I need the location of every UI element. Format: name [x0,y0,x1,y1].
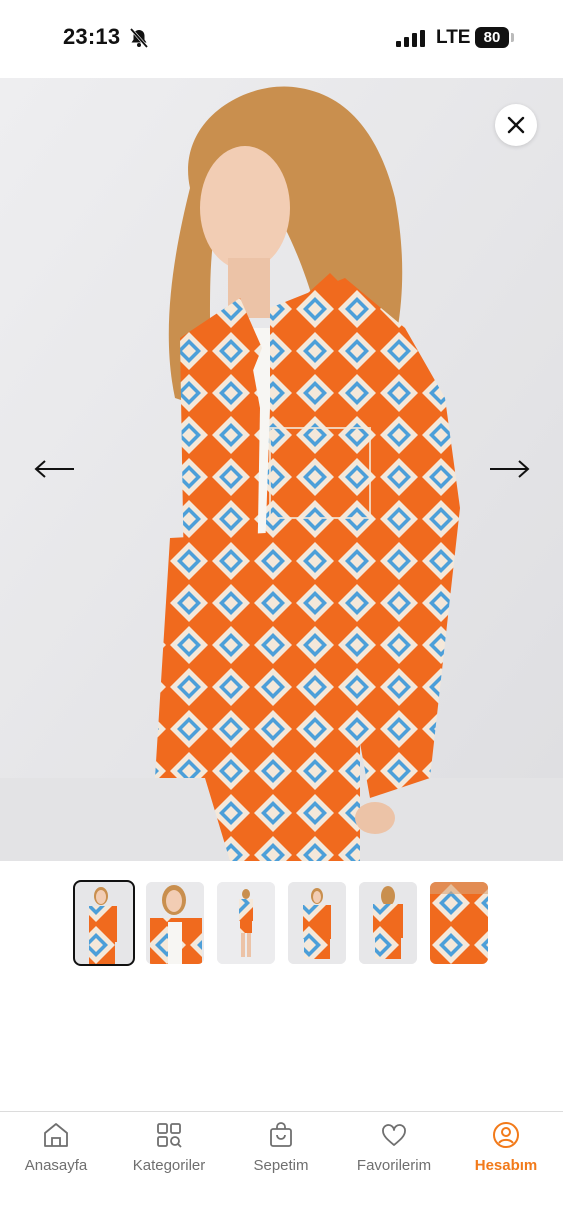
user-icon [493,1122,519,1148]
thumbnail-image [75,882,133,964]
thumbnail-1[interactable] [73,880,135,966]
thumbnail-image [359,882,417,964]
thumbnail-image [217,882,275,964]
thumbnail-3[interactable] [217,882,275,964]
network-type: LTE [436,27,471,48]
status-bar: 23:13 LTE 80 [0,0,563,78]
bottom-nav: Anasayfa Kategoriler Sepetim Favorilerim [0,1111,563,1220]
battery-indicator: 80 [475,27,509,48]
status-time: 23:13 [63,24,121,49]
thumbnail-4[interactable] [288,882,346,964]
categories-icon [157,1123,182,1148]
nav-label: Sepetim [253,1157,309,1174]
nav-item-home[interactable]: Anasayfa [0,1112,112,1220]
product-image[interactable] [0,78,563,861]
thumbnail-6[interactable] [430,882,488,964]
battery-level: 80 [483,29,501,46]
arrow-left-icon[interactable] [32,456,76,482]
bell-muted-icon [129,28,149,48]
nav-label: Kategoriler [132,1157,206,1174]
shopping-bag-icon [270,1122,292,1147]
nav-label: Anasayfa [24,1157,88,1174]
battery-tip [511,33,514,42]
close-icon [507,116,525,134]
nav-item-favorites[interactable]: Favorilerim [338,1112,450,1220]
thumbnail-image [288,882,346,964]
home-icon [44,1123,68,1147]
thumbnail-5[interactable] [359,882,417,964]
nav-item-categories[interactable]: Kategoriler [113,1112,225,1220]
thumbnail-2[interactable] [146,882,204,964]
nav-item-cart[interactable]: Sepetim [225,1112,337,1220]
close-button[interactable] [495,104,537,146]
nav-label: Favorilerim [356,1157,432,1174]
thumbnail-image [146,882,204,964]
thumbnail-image [430,882,488,964]
nav-item-account[interactable]: Hesabım [450,1112,562,1220]
signal-icon [396,30,425,47]
product-photo [0,78,563,861]
nav-label: Hesabım [474,1157,538,1174]
arrow-right-icon[interactable] [488,456,532,482]
heart-icon [382,1124,406,1146]
